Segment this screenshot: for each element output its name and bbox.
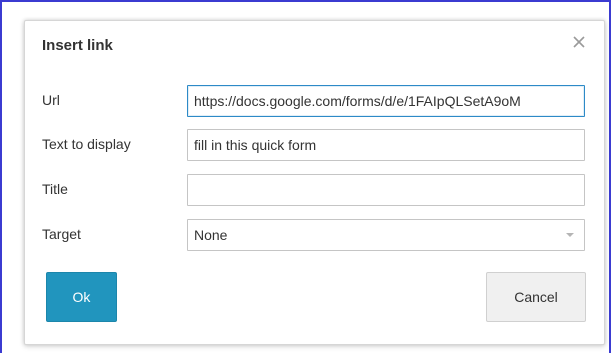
chevron-down-icon: [566, 233, 574, 237]
close-icon[interactable]: [570, 33, 588, 51]
text-to-display-row: Text to display fill in this quick form: [42, 129, 587, 161]
target-label: Target: [42, 226, 81, 242]
window-frame: Insert link Url https://docs.google.com/…: [0, 0, 611, 353]
target-row: Target None: [42, 219, 587, 251]
title-input[interactable]: [187, 174, 585, 206]
insert-link-dialog: Insert link Url https://docs.google.com/…: [24, 20, 605, 345]
url-label: Url: [42, 92, 60, 108]
ok-button[interactable]: Ok: [46, 272, 117, 322]
text-to-display-label: Text to display: [42, 136, 131, 152]
title-label: Title: [42, 181, 68, 197]
dialog-title: Insert link: [42, 37, 113, 54]
title-row: Title: [42, 174, 587, 206]
url-input[interactable]: https://docs.google.com/forms/d/e/1FAIpQ…: [187, 85, 585, 117]
url-row: Url https://docs.google.com/forms/d/e/1F…: [42, 85, 587, 117]
target-select-value: None: [194, 227, 228, 243]
cancel-button[interactable]: Cancel: [486, 272, 586, 322]
text-to-display-input[interactable]: fill in this quick form: [187, 129, 585, 161]
target-select[interactable]: None: [187, 219, 585, 251]
